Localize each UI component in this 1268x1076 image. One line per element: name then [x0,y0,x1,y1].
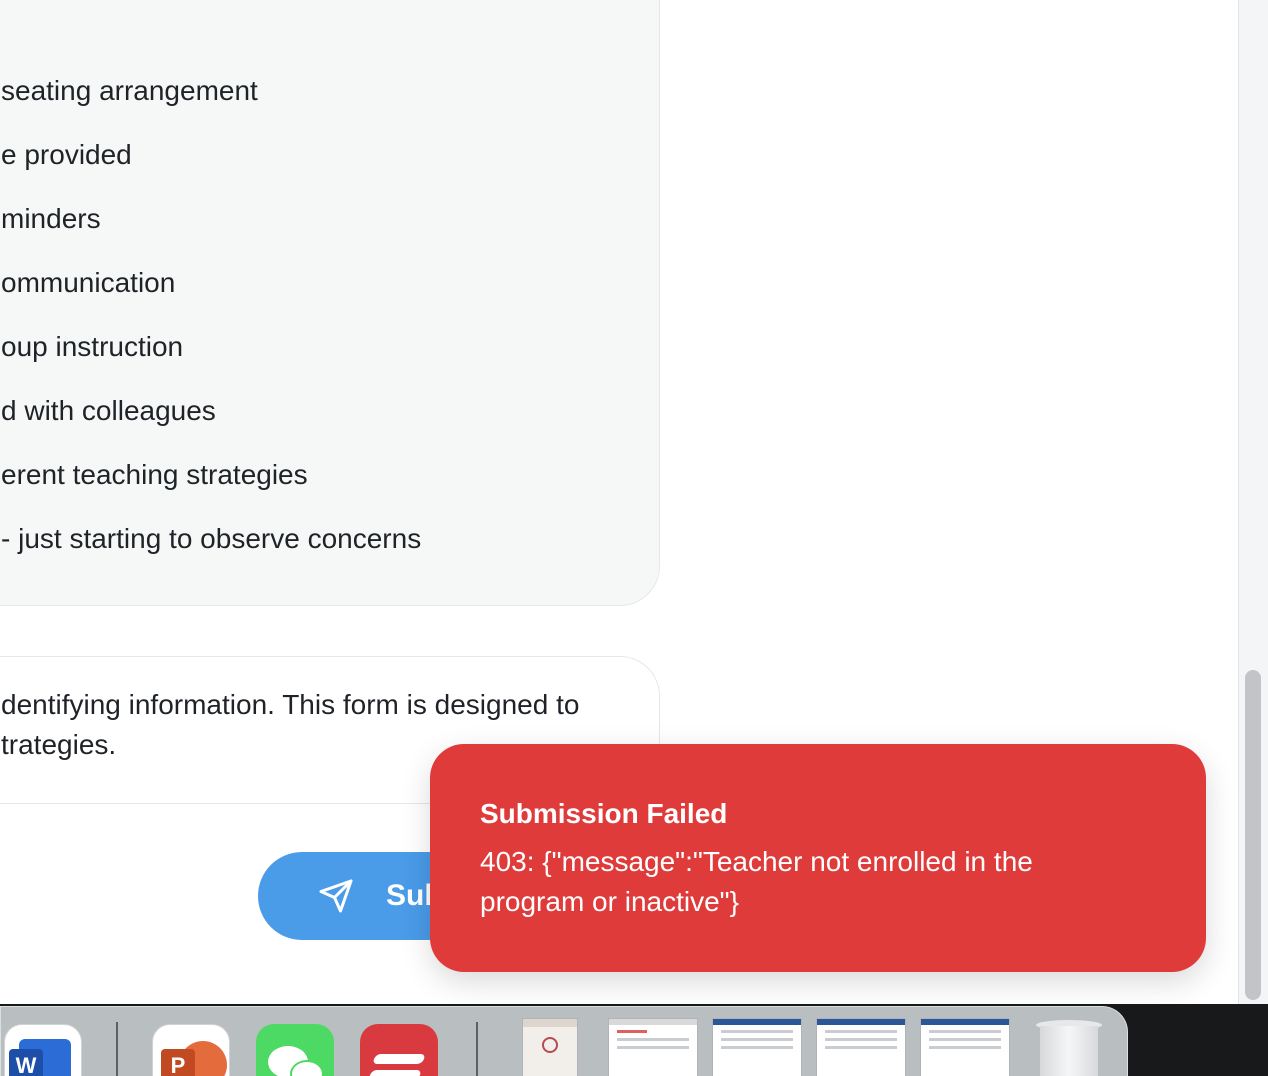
summary-line-strategies: erent teaching strategies [1,459,308,490]
window-thumbnail[interactable] [608,1018,698,1076]
word-letter: W [9,1049,43,1076]
window-thumbnail[interactable] [712,1018,802,1076]
expressvpn-icon[interactable] [360,1024,438,1076]
summary-line-colleagues: d with colleagues [1,395,216,426]
trash-icon[interactable] [1034,1020,1104,1076]
summary-card: seating arrangement e provided minders o… [0,0,660,606]
wechat-icon[interactable] [256,1024,334,1076]
window-thumbnail[interactable] [816,1018,906,1076]
dock-separator [116,1022,118,1076]
summary-line-reminders: minders [1,203,101,234]
summary-line-seating: seating arrangement [1,75,258,106]
toast-message: 403: {"message":"Teacher not enrolled in… [480,846,1033,917]
window-thumbnail[interactable] [522,1018,578,1076]
toast-title: Submission Failed [480,798,728,829]
summary-line-group-instruction: oup instruction [1,331,184,362]
send-icon [319,879,353,913]
powerpoint-icon[interactable]: P [152,1024,230,1076]
notice-line-1: dentifying information. This form is des… [1,689,580,720]
dock-separator [476,1022,478,1076]
summary-line-provided: e provided [1,139,132,170]
word-icon[interactable]: W [4,1024,82,1076]
window-thumbnail[interactable] [920,1018,1010,1076]
summary-line-communication: ommunication [1,267,176,298]
powerpoint-letter: P [161,1049,195,1076]
scrollbar-thumb[interactable] [1245,670,1261,1000]
error-toast[interactable]: Submission Failed 403: {"message":"Teach… [430,744,1206,972]
summary-line-concerns: - just starting to observe concerns [1,523,422,554]
